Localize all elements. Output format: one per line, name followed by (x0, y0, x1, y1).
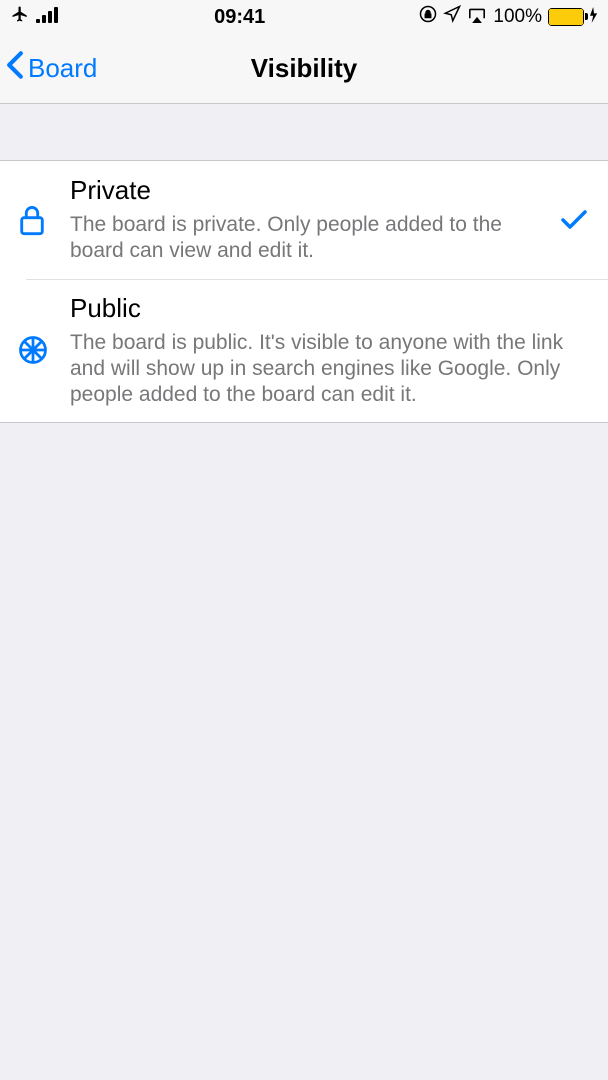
status-left (10, 5, 60, 29)
checkmark-icon (556, 210, 592, 230)
battery-percentage: 100% (493, 6, 542, 28)
chevron-left-icon (6, 51, 24, 86)
location-icon (443, 5, 461, 29)
option-private-text: Private The board is private. Only peopl… (60, 175, 556, 265)
status-time: 09:41 (214, 6, 265, 29)
option-public-desc: The board is public. It's visible to any… (70, 330, 592, 409)
globe-icon (18, 335, 60, 365)
back-label: Board (28, 53, 97, 84)
spacer (0, 104, 608, 160)
airplay-icon (467, 6, 487, 29)
status-right: 100% (419, 5, 598, 29)
option-private-title: Private (70, 175, 556, 206)
option-public-title: Public (70, 293, 592, 324)
lock-icon (18, 204, 60, 236)
status-bar: 09:41 100% (0, 0, 608, 34)
airplane-icon (10, 5, 30, 29)
charging-icon (590, 6, 598, 29)
option-public-text: Public The board is public. It's visible… (60, 293, 592, 409)
signal-icon (36, 6, 60, 29)
battery-icon (548, 8, 584, 26)
option-private[interactable]: Private The board is private. Only peopl… (0, 161, 608, 279)
back-button[interactable]: Board (6, 51, 97, 86)
nav-bar: Board Visibility (0, 34, 608, 104)
visibility-options-list: Private The board is private. Only peopl… (0, 160, 608, 423)
option-private-desc: The board is private. Only people added … (70, 212, 510, 265)
orientation-lock-icon (419, 5, 437, 29)
option-public[interactable]: Public The board is public. It's visible… (0, 279, 608, 423)
